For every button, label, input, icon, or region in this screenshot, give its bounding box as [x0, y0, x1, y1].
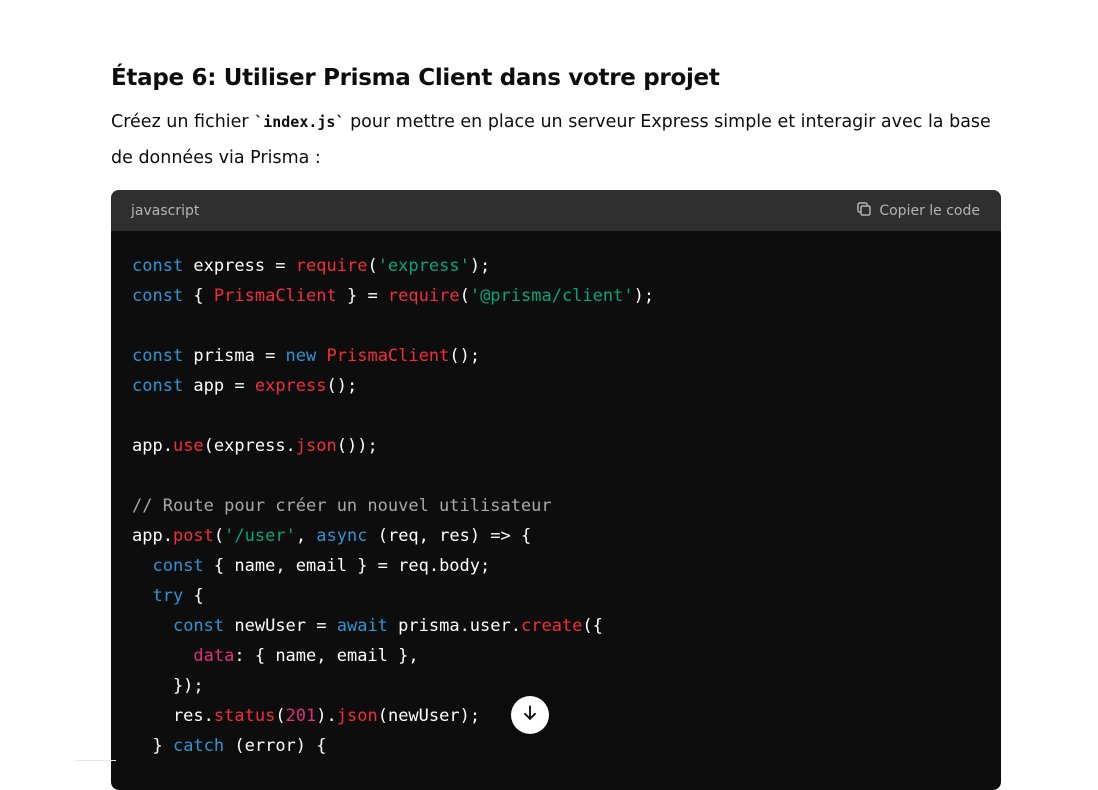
- code-token: { name, email } = req.body;: [203, 556, 491, 576]
- code-line: });: [132, 671, 1001, 701]
- code-token: ,: [295, 526, 317, 546]
- code-token: json: [336, 706, 378, 726]
- code-token: 'express': [377, 256, 470, 276]
- code-line: app.post('/user', async (req, res) => {: [132, 521, 1001, 551]
- code-token: (: [275, 706, 286, 726]
- code-line: try {: [132, 581, 1001, 611]
- code-token: try: [152, 586, 184, 606]
- code-token: (: [367, 256, 378, 276]
- code-line: } catch (error) {: [132, 731, 1001, 761]
- code-token: (: [459, 286, 470, 306]
- code-token: (req, res) => {: [367, 526, 532, 546]
- code-token: PrismaClient: [213, 286, 337, 306]
- code-token: express: [254, 376, 327, 396]
- code-token: express =: [183, 256, 296, 276]
- code-token: app =: [183, 376, 255, 396]
- code-line: res.status(201).json(newUser);: [132, 701, 1001, 731]
- code-token: const: [132, 346, 184, 366]
- code-token: : { name, email },: [234, 646, 419, 666]
- code-token: new: [285, 346, 317, 366]
- scroll-to-bottom-button[interactable]: [511, 696, 549, 734]
- code-token: async: [316, 526, 368, 546]
- code-token: app.: [132, 526, 173, 546]
- code-token: require: [387, 286, 460, 306]
- code-token: const: [132, 256, 184, 276]
- code-content[interactable]: const express = require('express'); const…: [111, 231, 1001, 761]
- code-line: // Route pour créer un nouvel utilisateu…: [132, 491, 1001, 521]
- code-token: post: [172, 526, 214, 546]
- code-token: await: [336, 616, 388, 636]
- copy-code-label: Copier le code: [879, 202, 980, 219]
- code-block: javascript Copier le code const express …: [111, 190, 1001, 790]
- code-token: ();: [326, 376, 358, 396]
- code-token: const: [132, 376, 184, 396]
- code-token: (error) {: [224, 736, 327, 756]
- code-line: const express = require('express');: [132, 251, 1001, 281]
- code-token: );: [469, 256, 491, 276]
- code-token: catch: [172, 736, 225, 756]
- code-token: } =: [336, 286, 388, 306]
- code-token: status: [213, 706, 276, 726]
- inline-code: `index.js`: [254, 113, 345, 131]
- code-token: }: [132, 736, 173, 756]
- code-token: ());: [336, 436, 378, 456]
- code-token: res.: [132, 706, 214, 726]
- code-token: {: [183, 286, 214, 306]
- code-token: (newUser);: [377, 706, 481, 726]
- code-line: const { name, email } = req.body;: [132, 551, 1001, 581]
- copy-icon: [855, 200, 873, 222]
- code-token: newUser =: [224, 616, 337, 636]
- code-token: const: [152, 556, 204, 576]
- code-token: prisma =: [183, 346, 286, 366]
- code-token: ).: [316, 706, 337, 726]
- code-line: const prisma = new PrismaClient();: [132, 341, 1001, 371]
- code-token: (express.: [203, 436, 296, 456]
- code-token: json: [295, 436, 337, 456]
- code-token: PrismaClient: [326, 346, 450, 366]
- code-header: javascript Copier le code: [111, 190, 1001, 231]
- code-token: data: [193, 646, 235, 666]
- code-line: const newUser = await prisma.user.create…: [132, 611, 1001, 641]
- code-line: data: { name, email },: [132, 641, 1001, 671]
- code-line: app.use(express.json());: [132, 431, 1001, 461]
- code-token: const: [132, 286, 184, 306]
- description-text-before: Créez un fichier: [111, 112, 255, 132]
- code-token: '/user': [224, 526, 296, 546]
- code-token: ();: [449, 346, 481, 366]
- code-line: const app = express();: [132, 371, 1001, 401]
- code-token: prisma.user.: [387, 616, 521, 636]
- message-content: Étape 6: Utiliser Prisma Client dans vot…: [111, 58, 1001, 176]
- code-token: app.: [132, 436, 173, 456]
- arrow-down-icon: [520, 703, 540, 727]
- code-token: });: [132, 676, 204, 696]
- code-line: const { PrismaClient } = require('@prism…: [132, 281, 1001, 311]
- code-token: (: [213, 526, 225, 546]
- code-language: javascript: [131, 202, 200, 219]
- section-heading: Étape 6: Utiliser Prisma Client dans vot…: [111, 65, 720, 91]
- code-token: ({: [582, 616, 603, 636]
- code-token: );: [633, 286, 655, 306]
- code-token: // Route pour créer un nouvel utilisateu…: [132, 496, 552, 516]
- copy-code-button[interactable]: Copier le code: [855, 200, 980, 222]
- code-token: '@prisma/client': [469, 286, 634, 306]
- description-paragraph: Créez un fichier `index.js` pour mettre …: [111, 104, 1001, 176]
- code-token: {: [183, 586, 204, 606]
- code-token: const: [172, 616, 225, 636]
- code-token: 201: [285, 706, 317, 726]
- code-token: require: [295, 256, 368, 276]
- code-token: use: [172, 436, 204, 456]
- code-token: create: [520, 616, 583, 636]
